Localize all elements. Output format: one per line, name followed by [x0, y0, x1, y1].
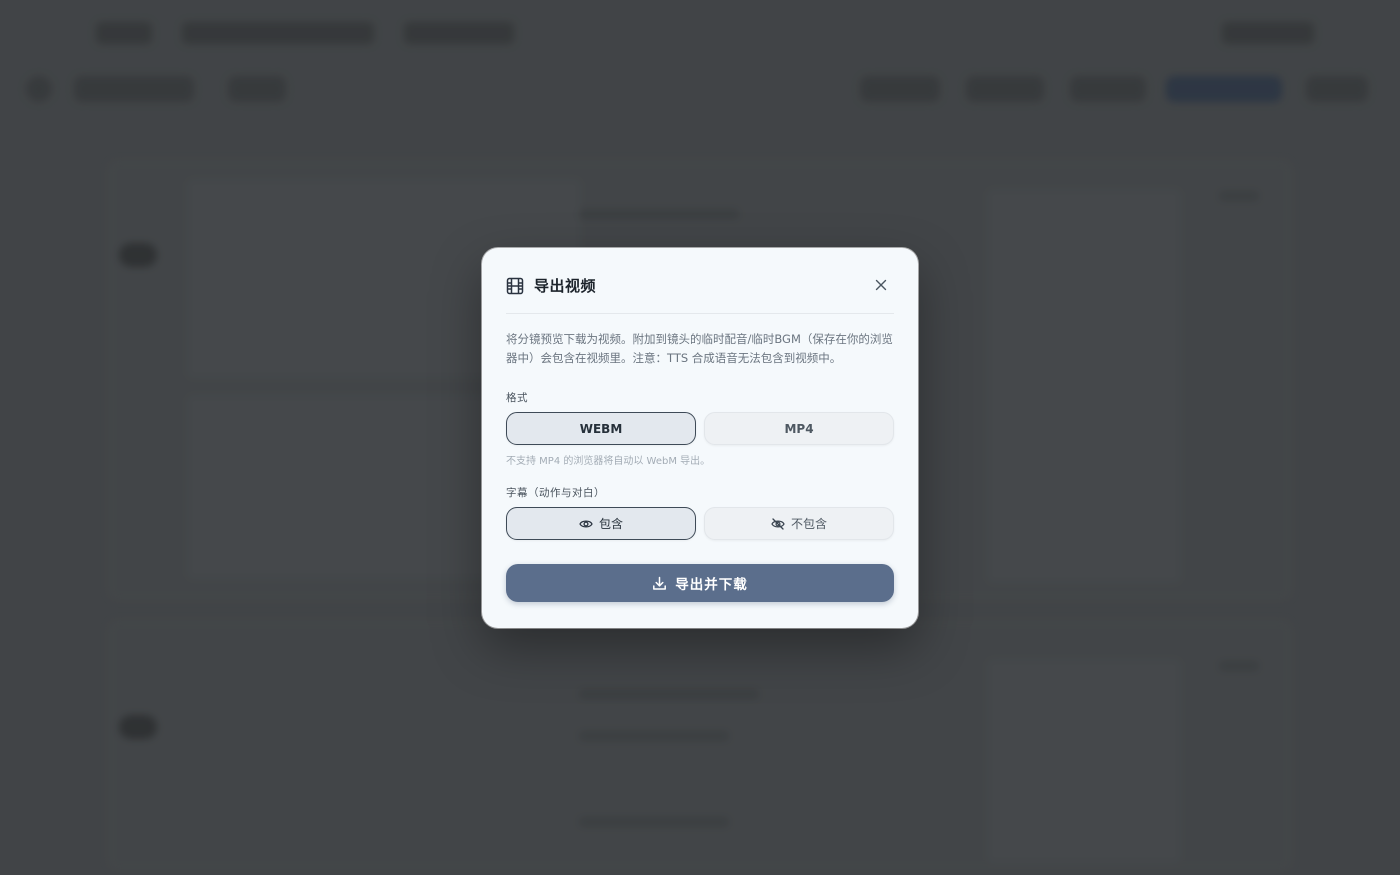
download-icon — [652, 576, 667, 591]
format-options: WEBM MP4 — [506, 412, 894, 445]
format-label: 格式 — [506, 392, 528, 404]
export-video-dialog: 导出视频 将分镜预览下载为视频。附加到镜头的临时配音/临时BGM（保存在你的浏览… — [482, 248, 918, 628]
close-icon — [875, 279, 887, 291]
subtitle-option-include[interactable]: 包含 — [506, 507, 696, 540]
subtitle-option-label: 包含 — [598, 517, 623, 531]
export-button-label: 导出并下载 — [675, 577, 748, 593]
dialog-description: 将分镜预览下载为视频。附加到镜头的临时配音/临时BGM（保存在你的浏览器中）会包… — [506, 332, 893, 365]
eye-icon — [579, 517, 593, 531]
subtitle-option-exclude[interactable]: 不包含 — [704, 507, 894, 540]
format-option-label: MP4 — [784, 421, 814, 436]
export-download-button[interactable]: 导出并下载 — [506, 564, 894, 602]
dialog-header: 导出视频 — [506, 270, 894, 314]
eye-off-icon — [771, 517, 785, 531]
format-hint: 不支持 MP4 的浏览器将自动以 WebM 导出。 — [506, 456, 711, 467]
subtitle-option-label: 不包含 — [790, 517, 827, 531]
subtitles-label: 字幕（动作与对白） — [506, 487, 605, 499]
format-option-mp4[interactable]: MP4 — [704, 412, 894, 445]
film-icon — [506, 277, 524, 295]
close-button[interactable] — [870, 274, 892, 296]
format-option-label: WEBM — [579, 421, 623, 436]
subtitle-options: 包含 不包含 — [506, 507, 894, 540]
format-option-webm[interactable]: WEBM — [506, 412, 696, 445]
dialog-title: 导出视频 — [534, 277, 597, 295]
